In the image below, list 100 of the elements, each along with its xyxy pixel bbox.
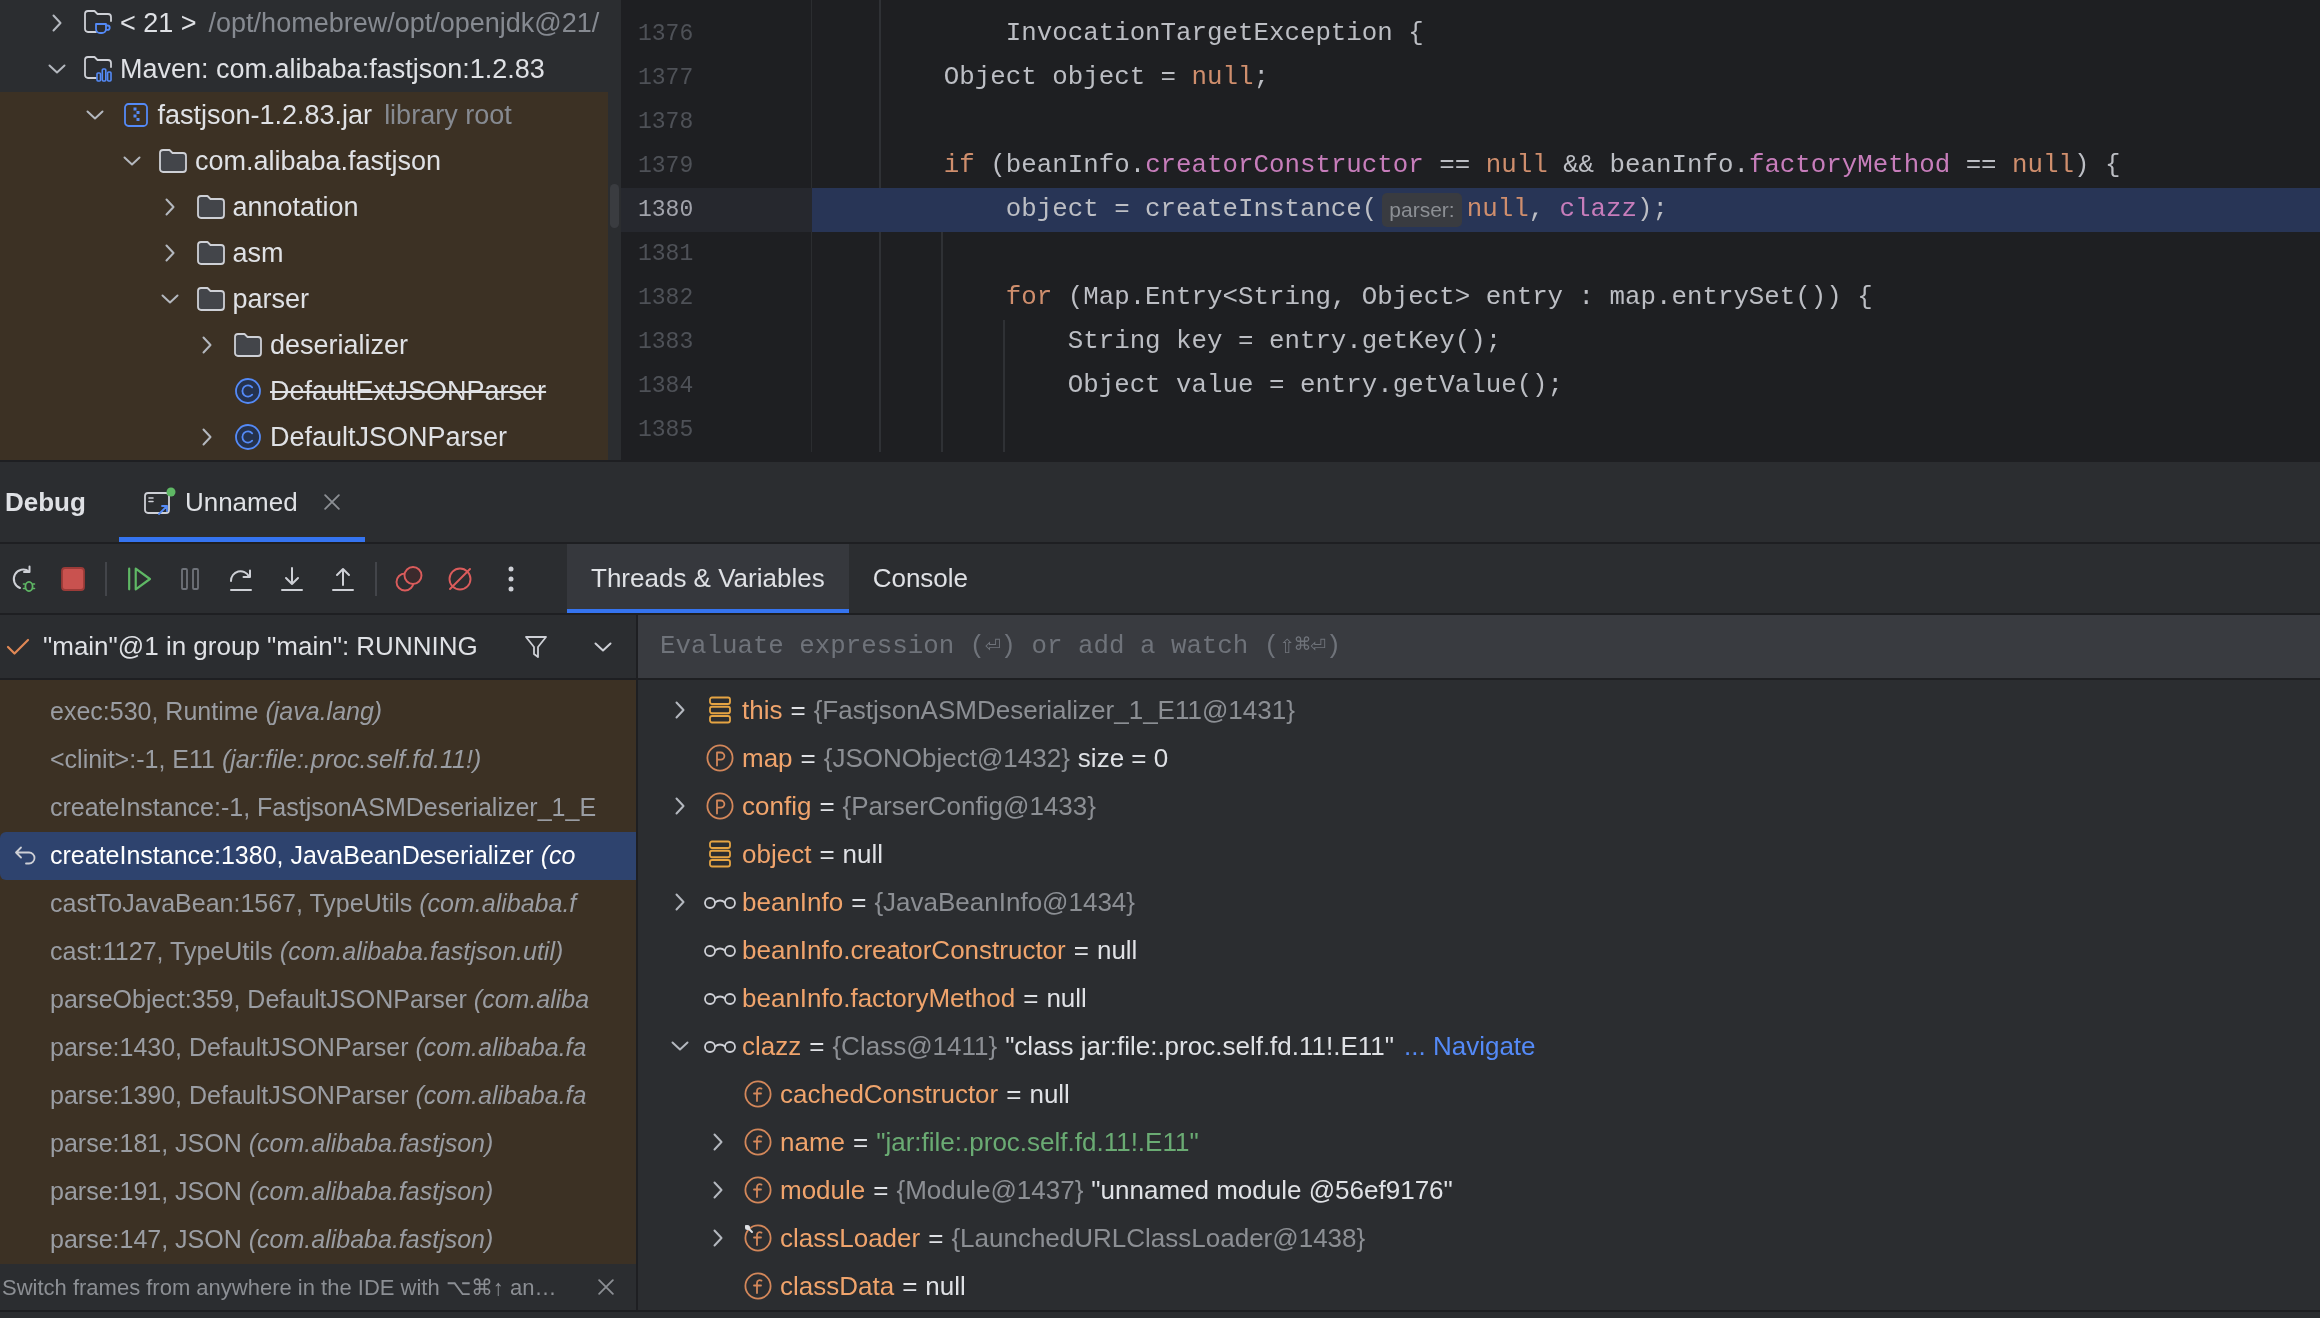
tree-item[interactable]: fastjson-1.2.83.jar (157, 94, 373, 136)
chevron-right-icon[interactable] (164, 244, 175, 262)
tree-item[interactable]: < 21 > (120, 2, 197, 44)
check-icon (6, 637, 30, 656)
variable-text[interactable]: this = {FastjsonASMDeserializer_1_E11@1431} (742, 690, 1295, 730)
evaluate-expression-field[interactable]: Evaluate expression (⏎) or add a watch (⇧⌘⏎) (638, 615, 2320, 678)
code-text: InvocationTargetException { (1005, 17, 1424, 50)
code-text: Object value = entry.getValue(); (1067, 369, 1564, 402)
breakpoints-icon[interactable] (395, 564, 423, 593)
chevron-down-icon[interactable] (123, 156, 141, 166)
c-circle-icon (235, 378, 261, 404)
stack-frame[interactable]: cast:1127, TypeUtils (com.alibaba.fastjson.util) (0, 928, 636, 976)
code-text: null, clazz); (1466, 193, 1668, 226)
code-text: for (Map.Entry<String, Object> entry : map.entrySet()) { (1005, 281, 1873, 314)
tab[interactable]: Threads & Variables (567, 544, 849, 613)
stacked-bars-icon (708, 696, 732, 724)
stack-frame[interactable]: castToJavaBean:1567, TypeUtils (com.alibaba.f (0, 880, 636, 928)
tree-item[interactable]: DefaultExtJSONParser (270, 370, 547, 412)
chevron-right-icon[interactable] (675, 701, 685, 719)
step-out-icon[interactable] (331, 565, 355, 592)
stack-frame[interactable]: <clinit>:-1, E11 (jar:file:.proc.self.fd.11!) (0, 736, 636, 784)
folder-icon (196, 195, 225, 219)
variable-text[interactable]: config = {ParserConfig@1433} (742, 786, 1096, 826)
step-into-icon[interactable] (280, 565, 304, 592)
variable-text[interactable]: beanInfo.factoryMethod = null (742, 978, 1087, 1018)
stack-frame[interactable]: parse:1430, DefaultJSONParser (com.alibaba.fa (0, 1024, 636, 1072)
chevron-right-icon[interactable] (713, 1229, 723, 1247)
folder-icon (159, 149, 187, 173)
chevron-down-icon[interactable] (85, 110, 104, 120)
chevron-right-icon[interactable] (52, 14, 62, 32)
glasses-icon (703, 943, 737, 957)
chevron-down-icon[interactable] (160, 294, 179, 304)
close-icon[interactable] (323, 494, 340, 510)
variable-text[interactable]: map = {JSONObject@1432} size = 0 (742, 738, 1169, 778)
tree-item[interactable]: parser (232, 278, 310, 320)
folder-icon (196, 241, 225, 265)
tree-item-hint: /opt/homebrew/opt/openjdk@21/ (208, 6, 600, 40)
folder-chart-icon (84, 56, 112, 82)
variable-text[interactable]: classData = null (780, 1266, 966, 1306)
variable-text[interactable]: name = "jar:file:.proc.self.fd.11!.E11" (780, 1122, 1199, 1162)
line-number: 1380 (638, 195, 694, 225)
variable-text[interactable]: beanInfo.creatorConstructor = null (742, 930, 1138, 970)
folder-icon (196, 287, 225, 311)
variable-text[interactable]: cachedConstructor = null (780, 1074, 1070, 1114)
code-text: Object object = null; (943, 61, 1269, 94)
code-text: object = createInstance( (1005, 193, 1378, 226)
glasses-icon (703, 1039, 737, 1053)
close-icon[interactable] (598, 1279, 614, 1295)
mute-breakpoints-icon[interactable] (447, 565, 473, 592)
parameter-hint: parser: (1382, 193, 1462, 227)
tab[interactable]: Console (848, 544, 993, 613)
tree-item-hint: library root (384, 98, 512, 132)
chevron-right-icon[interactable] (202, 336, 212, 354)
stack-frame[interactable]: parse:191, JSON (com.alibaba.fastjson) (0, 1168, 636, 1216)
filter-icon[interactable] (524, 634, 548, 659)
stop-icon[interactable] (61, 566, 85, 591)
stack-frame[interactable]: exec:530, Runtime (java.lang) (0, 688, 636, 736)
navigate-link[interactable]: ... Navigate (1404, 1026, 1536, 1066)
chevron-right-icon[interactable] (713, 1133, 723, 1151)
stacked-bars-icon (708, 840, 732, 868)
glasses-icon (703, 991, 737, 1005)
variable-text[interactable]: classLoader = {LaunchedURLClassLoader@1438} (780, 1218, 1366, 1258)
tree-item[interactable]: asm (232, 232, 284, 274)
chevron-down-icon[interactable] (671, 1041, 689, 1051)
stack-frame[interactable]: parse:147, JSON (com.alibaba.fastjson) (0, 1216, 636, 1264)
hint-text: Switch frames from anywhere in the IDE with ⌥⌘↑ an… (2, 1273, 557, 1302)
chevron-down-icon[interactable] (48, 64, 66, 74)
variable-text[interactable]: object = null (742, 834, 884, 874)
session-tab[interactable]: Unnamed (118, 462, 365, 542)
glasses-icon (703, 895, 737, 909)
tool-window-title: Debug (4, 485, 86, 519)
tree-item[interactable]: DefaultJSONParser (270, 416, 508, 458)
variable-text[interactable]: module = {Module@1437} "unnamed module @56ef9176" (780, 1170, 1453, 1210)
thread-label: "main"@1 in group "main": RUNNING (43, 630, 478, 663)
return-arrow-icon (14, 846, 38, 866)
variable-text[interactable]: beanInfo = {JavaBeanInfo@1434} (742, 882, 1135, 922)
tree-item[interactable]: deserializer (270, 324, 409, 366)
archive-icon (123, 103, 148, 127)
code-text: String key = entry.getKey(); (1067, 325, 1502, 358)
c-circle-icon (235, 424, 261, 450)
tree-item[interactable]: Maven: com.alibaba:fastjson:1.2.83 (120, 48, 545, 90)
stack-frame[interactable]: parseObject:359, DefaultJSONParser (com.aliba (0, 976, 636, 1024)
stack-frame[interactable]: createInstance:-1, FastjsonASMDeserializer_1_E (0, 784, 636, 832)
folder-icon (234, 333, 262, 357)
stack-frame[interactable]: parse:181, JSON (com.alibaba.fastjson) (0, 1120, 636, 1168)
code-text: if (beanInfo.creatorConstructor == null && beanInfo.factoryMethod == null) { (943, 149, 2121, 182)
stack-frame[interactable]: createInstance:1380, JavaBeanDeserializer (co (0, 832, 636, 880)
variable-text[interactable]: clazz = {Class@1411} "class jar:file:.proc.self.fd.11!.E11" (742, 1026, 1394, 1066)
chevron-right-icon[interactable] (202, 428, 212, 446)
stack-frame[interactable]: parse:1390, DefaultJSONParser (com.alibaba.fa (0, 1072, 636, 1120)
chevron-right-icon[interactable] (675, 893, 685, 911)
chevron-down-icon[interactable] (594, 641, 612, 652)
tree-item[interactable]: annotation (232, 186, 359, 228)
p-circle-icon (706, 792, 734, 820)
chevron-right-icon[interactable] (713, 1181, 723, 1199)
tree-item[interactable]: com.alibaba.fastjson (195, 140, 442, 182)
chevron-right-icon[interactable] (164, 198, 175, 216)
resume-icon[interactable] (127, 566, 151, 591)
more-icon[interactable] (508, 565, 514, 592)
chevron-right-icon[interactable] (675, 797, 685, 815)
